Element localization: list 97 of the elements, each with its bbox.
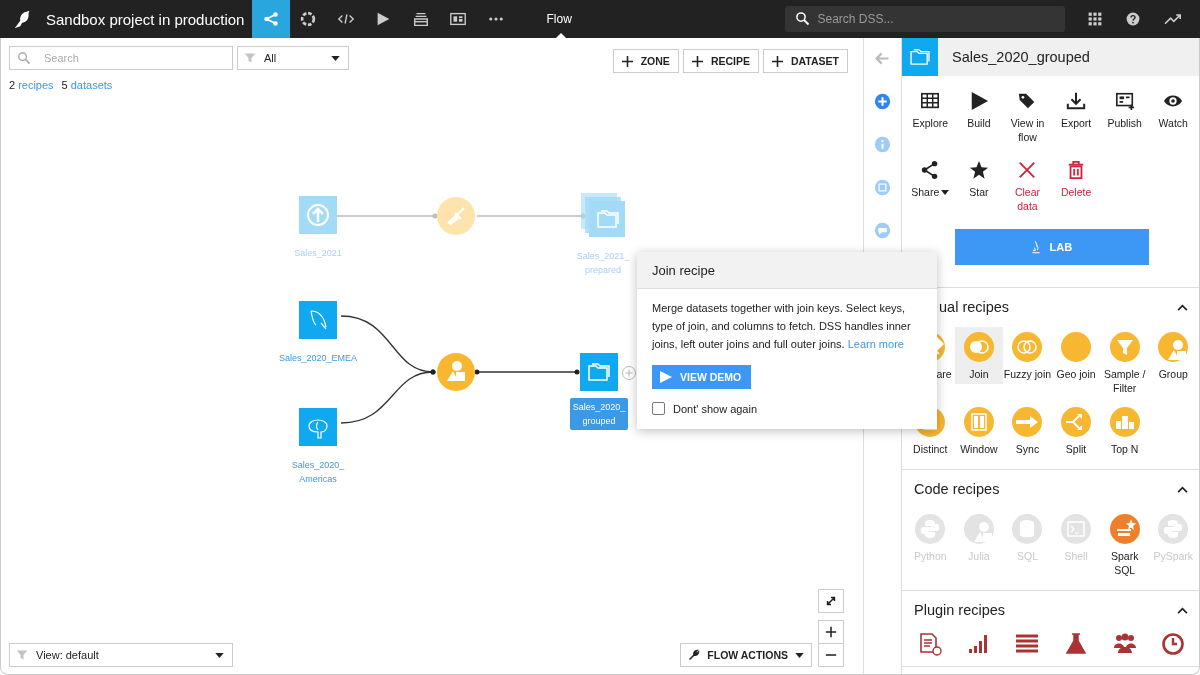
add-button[interactable]: ZONE xyxy=(612,49,679,73)
sync-recipe-icon xyxy=(1012,407,1043,437)
zoom-out-button[interactable] xyxy=(818,643,844,667)
recipe-item[interactable]: Split xyxy=(1051,402,1101,459)
action-button[interactable]: Star xyxy=(954,160,1004,213)
add-button[interactable]: RECIPE xyxy=(682,49,759,73)
chevron-icon[interactable] xyxy=(1176,485,1188,493)
global-search-field[interactable]: Search DSS... xyxy=(784,6,1065,32)
section-title: Code recipes xyxy=(914,481,1000,497)
plus-icon xyxy=(691,55,703,67)
checkbox-label: Dont' show again xyxy=(673,402,758,415)
action-button[interactable]: Build xyxy=(954,91,1004,144)
recipe-item[interactable]: Geo join xyxy=(1051,327,1101,384)
database-recipe-icon xyxy=(1012,514,1043,544)
doc-bulb-plugin-icon[interactable] xyxy=(918,632,943,656)
cross-icon xyxy=(1017,160,1038,180)
clock-plugin-icon[interactable] xyxy=(1161,632,1186,656)
wrench-icon xyxy=(688,649,701,661)
dataset-title: Sales_2020_grouped xyxy=(952,49,1090,65)
project-title: Sandbox project in production xyxy=(46,10,246,28)
action-button[interactable]: Share xyxy=(906,160,955,213)
table-icon xyxy=(920,91,941,111)
python-recipe-icon xyxy=(915,514,946,544)
dashboard-icon xyxy=(449,10,468,28)
ring-icon xyxy=(299,10,318,28)
board-icon xyxy=(1114,91,1135,111)
terminal-recipe-icon xyxy=(1061,514,1092,544)
flask-plugin-icon[interactable] xyxy=(1064,632,1089,656)
caret-icon xyxy=(215,652,224,658)
split-recipe-icon xyxy=(1061,407,1092,437)
add-circle-icon[interactable] xyxy=(874,93,891,110)
section-title: Plugin recipes xyxy=(914,602,1006,618)
popover-description: Merge datasets together with join keys. Select keys, type of join, and columns to fetch. DSS handles inner joins, left outer joins and full outer joins. Learn more xyxy=(652,301,912,352)
page-label[interactable]: Flow xyxy=(546,0,607,38)
view-dropdown[interactable]: View: default xyxy=(9,643,233,667)
popover-title: Join recipe xyxy=(652,262,715,278)
flow-icon xyxy=(261,10,280,28)
play-icon xyxy=(660,371,672,383)
more-icon xyxy=(488,17,503,21)
search-icon xyxy=(794,11,810,26)
spark-recipe-icon xyxy=(1109,514,1140,544)
apps-grid-icon[interactable] xyxy=(1086,11,1103,27)
plus-icon xyxy=(771,55,783,67)
recipe-item[interactable]: Window xyxy=(954,402,1004,459)
group-recipe-icon xyxy=(1158,332,1189,362)
fuzzy-recipe-icon xyxy=(1012,332,1043,362)
recipe-item[interactable]: Fuzzy join xyxy=(1003,327,1052,384)
action-button[interactable]: Publish xyxy=(1100,91,1149,144)
filter-dropdown[interactable]: All xyxy=(237,46,349,70)
action-button[interactable]: Explore xyxy=(906,91,955,144)
flow-actions-button[interactable]: FLOW ACTIONS xyxy=(680,643,812,667)
group-recipe-icon xyxy=(963,514,994,544)
add-button[interactable]: DATASET xyxy=(762,49,848,73)
geo-recipe-icon xyxy=(1061,332,1092,362)
search-icon xyxy=(17,51,31,65)
download-icon xyxy=(1066,91,1087,111)
python-recipe-icon xyxy=(1158,514,1189,544)
recipe-item[interactable]: Sync xyxy=(1003,402,1052,459)
recipe-item[interactable]: Join xyxy=(954,327,1004,384)
action-button[interactable]: Watch xyxy=(1148,91,1198,144)
microscope-icon xyxy=(1031,240,1042,254)
people-plugin-icon[interactable] xyxy=(1112,632,1137,656)
fit-screen-button[interactable] xyxy=(818,589,844,613)
help-icon[interactable] xyxy=(1124,11,1141,27)
checkbox[interactable] xyxy=(652,402,665,415)
recipe-item[interactable]: Sample / Filter xyxy=(1100,327,1149,398)
expand-icon xyxy=(825,595,837,607)
window-recipe-icon xyxy=(963,407,994,437)
action-button[interactable]: Export xyxy=(1051,91,1101,144)
funnel-recipe-icon xyxy=(1109,332,1140,362)
search-field[interactable]: Search xyxy=(9,46,233,70)
recipe-item[interactable]: Group xyxy=(1148,327,1198,384)
plus-icon xyxy=(621,55,633,67)
lines-plugin-icon[interactable] xyxy=(1015,632,1040,656)
section-title: ual recipes xyxy=(938,299,1010,315)
chevron-icon[interactable] xyxy=(1176,303,1188,311)
count-number: 5 xyxy=(61,79,68,91)
stack-icon xyxy=(411,10,430,28)
dataset-folder-icon xyxy=(902,38,938,76)
trend-icon[interactable] xyxy=(1162,11,1183,27)
podium-recipe-icon xyxy=(1109,407,1140,437)
plus-icon xyxy=(825,626,837,638)
funnel-icon xyxy=(16,649,28,661)
recipe-item[interactable]: Top N xyxy=(1100,402,1149,459)
caret-icon xyxy=(331,55,340,61)
action-button[interactable]: View in flow xyxy=(1003,91,1052,144)
star-icon xyxy=(968,160,989,180)
caret-icon xyxy=(941,189,950,195)
action-button[interactable]: Delete xyxy=(1051,160,1101,213)
join-recipe-icon xyxy=(963,332,994,362)
count-number: 2 xyxy=(9,79,16,91)
caret-icon xyxy=(795,652,804,658)
zoom-in-button[interactable] xyxy=(818,620,844,644)
funnel-icon xyxy=(244,52,256,64)
recipe-item[interactable]: Spark SQL xyxy=(1100,509,1149,580)
action-button[interactable]: Clear data xyxy=(1003,160,1052,213)
chevron-icon[interactable] xyxy=(1176,606,1188,614)
